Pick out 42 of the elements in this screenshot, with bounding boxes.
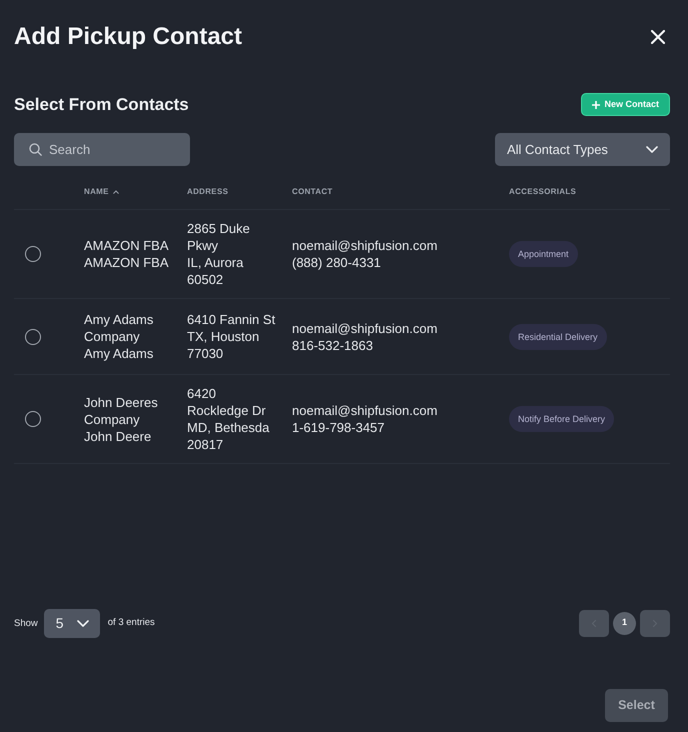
accessorial-tag: Notify Before Delivery xyxy=(509,406,614,432)
phone-text: (888) 280-4331 xyxy=(292,254,381,271)
entries-count: of 3 entries xyxy=(108,616,155,630)
person-name: John Deere xyxy=(84,428,152,444)
dialog-title: Add Pickup Contact xyxy=(14,22,242,52)
address-line: TX, Houston 77030 xyxy=(187,328,260,362)
email-text: noemail@shipfusion.com xyxy=(292,237,438,254)
accessorial-tag: Appointment xyxy=(509,241,578,267)
close-icon xyxy=(651,30,665,44)
address-line: 2865 Duke Pkwy xyxy=(187,220,251,254)
plus-icon xyxy=(592,100,600,108)
close-button[interactable] xyxy=(650,29,666,45)
contact-type-dropdown[interactable]: All Contact Types xyxy=(495,133,670,166)
person-name: AMAZON FBA xyxy=(84,254,170,271)
column-header[interactable]: ACCESSORIALS xyxy=(509,186,576,198)
search-field[interactable]: Search xyxy=(14,133,190,166)
email-text: noemail@shipfusion.com xyxy=(292,320,438,336)
chevron-down-icon xyxy=(76,620,89,626)
accessorial-tag: Residential Delivery xyxy=(509,324,607,350)
page-size-dropdown[interactable]: 5 xyxy=(44,608,100,638)
address-line: 6420 Rockledge Dr xyxy=(187,385,267,419)
radio-button[interactable] xyxy=(25,246,41,262)
email-text: noemail@shipfusion.com xyxy=(292,402,438,419)
address-line: 6410 Fannin St xyxy=(187,311,276,328)
column-header[interactable]: NAME xyxy=(84,186,119,198)
radio-button[interactable] xyxy=(25,328,41,344)
page-button[interactable]: 1 xyxy=(613,612,636,634)
show-label: Show xyxy=(14,617,38,632)
phone-text: 816-532-1863 xyxy=(292,336,373,354)
phone-text: 1-619-798-3457 xyxy=(292,419,385,436)
address-line: MD, Bethesda 20817 xyxy=(187,419,270,453)
search-icon xyxy=(29,143,42,156)
chevron-down-icon xyxy=(646,146,658,153)
radio-button[interactable] xyxy=(25,411,41,427)
company-name: John Deeres Company xyxy=(84,394,159,428)
company-name: AMAZON FBA xyxy=(84,237,170,254)
column-header[interactable]: ADDRESS xyxy=(187,186,228,198)
column-header[interactable]: CONTACT xyxy=(292,186,333,198)
address-line: IL, Aurora 60502 xyxy=(187,254,244,288)
section-title: Select From Contacts xyxy=(14,94,189,116)
company-name: Amy Adams Company xyxy=(84,311,154,345)
person-name: Amy Adams xyxy=(84,345,154,362)
